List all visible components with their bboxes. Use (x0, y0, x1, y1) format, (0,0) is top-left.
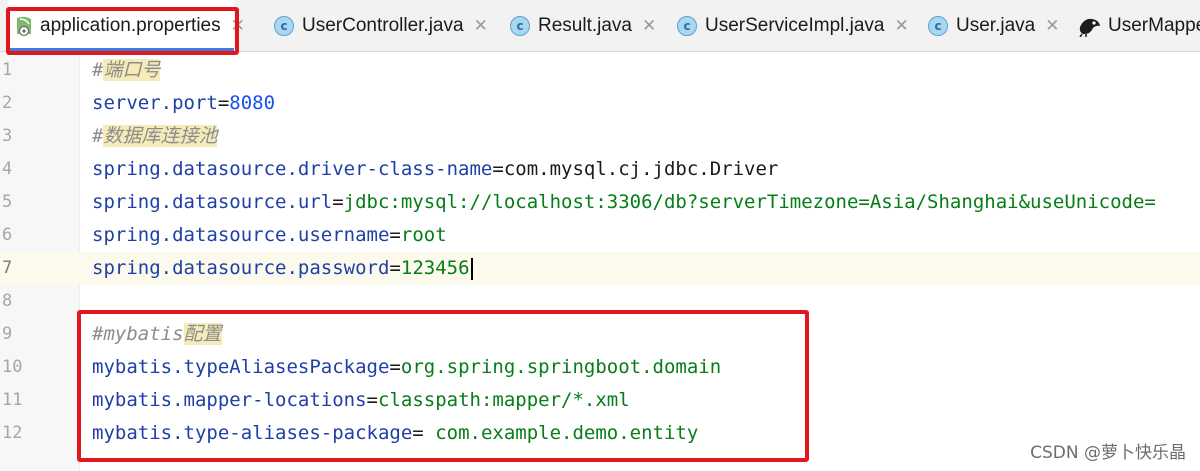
equals-sign: = (389, 257, 401, 279)
equals-sign: = (389, 224, 401, 246)
property-key: mybatis.typeAliasesPackage (92, 356, 390, 378)
property-value: 8080 (229, 92, 276, 114)
code-text: spring.datasource.driver-class-name=com.… (92, 153, 778, 186)
tab-label: User.java (956, 14, 1036, 36)
code-line[interactable]: 1 #端口号 (0, 54, 1200, 87)
tab-usermapper[interactable]: UserMappe (1078, 0, 1200, 51)
line-number: 2 (2, 93, 13, 113)
code-text: server.port=8080 (92, 87, 275, 120)
close-icon[interactable]: ✕ (474, 17, 488, 34)
tab-userserviceimpl-java[interactable]: c UserServiceImpl.java ✕ (677, 0, 923, 51)
close-icon[interactable]: ✕ (895, 17, 909, 34)
code-line[interactable]: 9 #mybatis配置 (0, 318, 1200, 351)
close-icon[interactable]: ✕ (1045, 17, 1059, 34)
java-class-icon: c (928, 15, 948, 36)
code-text: mybatis.type-aliases-package= com.exampl… (92, 417, 698, 450)
line-number: 7 (0, 252, 80, 285)
code-line[interactable]: 12 mybatis.type-aliases-package= com.exa… (0, 417, 1200, 450)
tab-label: Result.java (538, 14, 632, 36)
code-text: #端口号 (92, 54, 161, 87)
line-number: 11 (2, 390, 23, 410)
comment-text: 配置 (183, 323, 222, 345)
property-value: root (400, 224, 447, 246)
tab-label: application.properties (40, 14, 221, 36)
line-number: 3 (2, 126, 13, 146)
line-number: 10 (2, 357, 23, 377)
mybatis-bird-icon (1078, 15, 1102, 37)
line-number: 9 (2, 324, 13, 344)
equals-sign: = (389, 356, 401, 378)
spring-properties-icon (14, 15, 34, 37)
property-value: jdbc:mysql://localhost:3306/db?serverTim… (343, 191, 1156, 213)
property-key: spring.datasource.driver-class-name (92, 158, 493, 180)
property-value: classpath:mapper/*.xml (378, 389, 630, 411)
editor-tab-bar: application.properties ✕ c UserControlle… (0, 0, 1200, 52)
property-key: spring.datasource.password (92, 257, 390, 279)
property-key: mybatis.mapper-locations (92, 389, 367, 411)
property-key: server.port (92, 92, 218, 114)
equals-sign: = (217, 92, 230, 114)
tab-label: UserServiceImpl.java (705, 14, 885, 36)
comment-text: 数据库连接池 (103, 125, 218, 147)
java-class-icon: c (274, 15, 294, 36)
code-line[interactable]: 6 spring.datasource.username=root (0, 219, 1200, 252)
code-line[interactable]: 10 mybatis.typeAliasesPackage=org.spring… (0, 351, 1200, 384)
tab-label: UserMappe (1108, 14, 1200, 36)
code-text: mybatis.mapper-locations=classpath:mappe… (92, 384, 630, 417)
tab-result-java[interactable]: c Result.java ✕ (510, 0, 670, 51)
code-text: spring.datasource.password=123456 (92, 252, 473, 285)
code-text: mybatis.typeAliasesPackage=org.spring.sp… (92, 351, 721, 384)
comment-prefix: # (92, 59, 104, 81)
line-number: 1 (2, 60, 13, 80)
equals-sign: = (412, 422, 424, 444)
equals-sign: = (366, 389, 378, 411)
line-number: 12 (2, 423, 23, 443)
comment-prefix: #mybatis (92, 323, 184, 345)
code-text: spring.datasource.url=jdbc:mysql://local… (92, 186, 1156, 219)
code-line-current[interactable]: 7 spring.datasource.password=123456 (0, 252, 1200, 285)
property-key: mybatis.type-aliases-package (92, 422, 413, 444)
property-key: spring.datasource.url (92, 191, 333, 213)
code-line[interactable]: 5 spring.datasource.url=jdbc:mysql://loc… (0, 186, 1200, 219)
code-line[interactable]: 3 #数据库连接池 (0, 120, 1200, 153)
line-number: 8 (2, 291, 13, 311)
property-value: 123456 (400, 257, 470, 279)
line-number: 4 (2, 159, 13, 179)
code-line[interactable]: 4 spring.datasource.driver-class-name=co… (0, 153, 1200, 186)
property-value: org.spring.springboot.domain (400, 356, 722, 378)
text-caret (470, 257, 473, 280)
tab-user-java[interactable]: c User.java ✕ (928, 0, 1074, 51)
close-icon[interactable]: ✕ (642, 17, 656, 34)
property-value: com.mysql.cj.jdbc.Driver (503, 158, 779, 180)
line-number: 6 (2, 225, 13, 245)
code-text: #数据库连接池 (92, 120, 218, 153)
comment-prefix: # (92, 125, 104, 147)
comment-text: 端口号 (103, 59, 161, 81)
tab-usercontroller-java[interactable]: c UserController.java ✕ (274, 0, 496, 51)
property-value: com.example.demo.entity (423, 422, 699, 444)
equals-sign: = (492, 158, 504, 180)
tab-label: UserController.java (302, 14, 464, 36)
code-text: #mybatis配置 (92, 318, 222, 351)
close-icon[interactable]: ✕ (231, 17, 245, 34)
code-editor[interactable]: 1 #端口号 2 server.port=8080 3 #数据库连接池 4 sp… (0, 52, 1200, 471)
java-class-icon: c (677, 15, 697, 36)
code-line[interactable]: 8 (0, 285, 1200, 318)
property-key: spring.datasource.username (92, 224, 390, 246)
code-text: spring.datasource.username=root (92, 219, 447, 252)
watermark: CSDN @萝卜快乐晶 (1030, 443, 1186, 463)
java-class-icon: c (510, 15, 530, 36)
equals-sign: = (332, 191, 344, 213)
code-line[interactable]: 2 server.port=8080 (0, 87, 1200, 120)
tab-application-properties[interactable]: application.properties ✕ (8, 0, 245, 51)
code-line[interactable]: 11 mybatis.mapper-locations=classpath:ma… (0, 384, 1200, 417)
line-number: 5 (2, 192, 13, 212)
